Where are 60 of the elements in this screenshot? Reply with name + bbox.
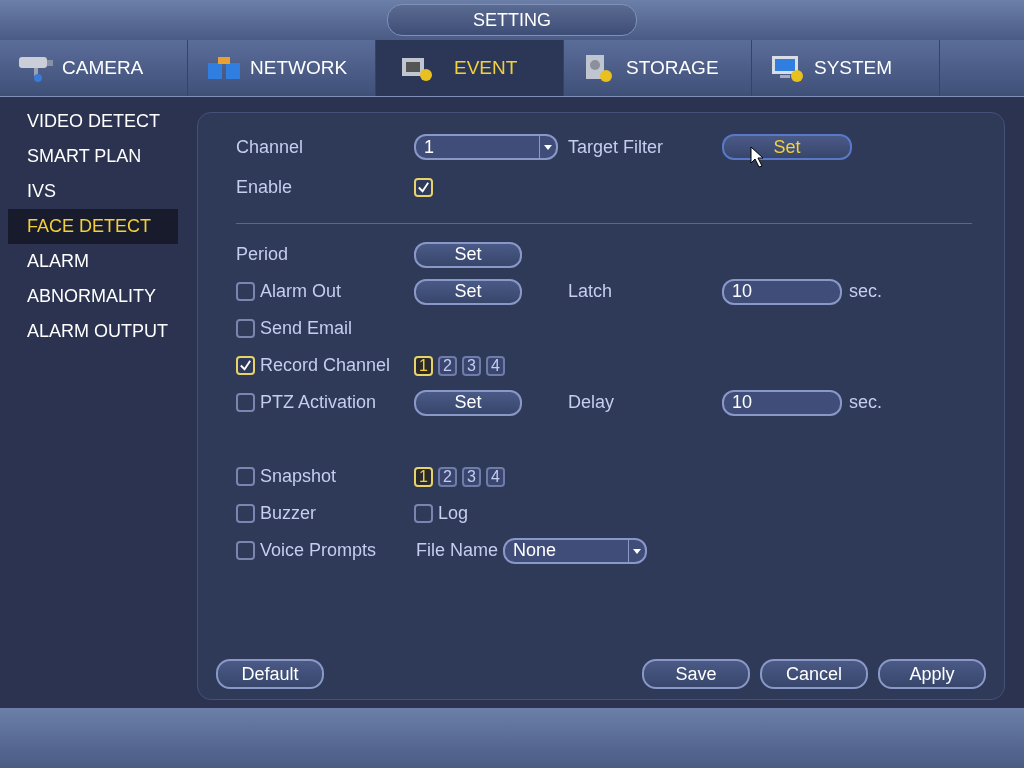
field-label: File Name [416, 540, 499, 561]
file-name-dropdown[interactable]: None [503, 537, 648, 564]
checkbox[interactable] [236, 319, 255, 338]
channel-toggle[interactable]: 3 [462, 466, 481, 487]
seconds-input[interactable]: 10 [722, 278, 842, 305]
field-label: Enable [236, 176, 294, 198]
channel-toggle[interactable]: 4 [486, 355, 505, 376]
set-button[interactable]: Set [414, 389, 522, 416]
tab[interactable]: STORAGE [564, 40, 752, 96]
set-button[interactable]: Set [722, 134, 852, 160]
set-button[interactable]: Set [414, 278, 522, 305]
channel-dropdown[interactable]: 1 [414, 134, 558, 160]
checkbox[interactable] [236, 282, 255, 301]
checkbox[interactable] [236, 467, 255, 486]
checkmark-icon [238, 358, 253, 373]
sidebar-item[interactable]: FACE DETECT [8, 209, 178, 244]
window-title: SETTING [387, 4, 637, 36]
sidebar-item[interactable]: VIDEO DETECT [8, 104, 178, 139]
checkbox[interactable] [236, 541, 255, 560]
checkbox[interactable] [414, 504, 433, 523]
unit-label: sec. [849, 281, 882, 302]
option-label: PTZ Activation [260, 392, 377, 413]
action-button[interactable]: Apply [878, 659, 986, 689]
channel-toggle[interactable]: 3 [462, 355, 481, 376]
sidebar-item[interactable]: SMART PLAN [8, 139, 178, 174]
channel-toggle[interactable]: 1 [414, 355, 433, 376]
checkmark-icon [416, 179, 431, 195]
field-label: Latch [568, 281, 613, 302]
field-label: Delay [568, 392, 615, 413]
seconds-input[interactable]: 10 [722, 389, 842, 416]
option-label: Period [236, 244, 289, 265]
tab[interactable]: CAMERA [0, 40, 188, 96]
checkbox[interactable] [236, 393, 255, 412]
sidebar-item[interactable]: IVS [8, 174, 178, 209]
tab[interactable]: SYSTEM [752, 40, 940, 96]
option-label: Alarm Out [260, 281, 342, 302]
channel-toggle[interactable]: 4 [486, 466, 505, 487]
default-button[interactable]: Default [216, 659, 324, 689]
tab[interactable]: EVENT [376, 40, 564, 96]
unit-label: sec. [849, 392, 882, 413]
sidebar-item[interactable]: ALARM OUTPUT [8, 314, 178, 349]
channel-toggle[interactable]: 1 [414, 466, 433, 487]
option-label: Snapshot [260, 466, 337, 487]
option-label: Send Email [260, 318, 353, 339]
action-button[interactable]: Save [642, 659, 750, 689]
option-label: Voice Prompts [260, 540, 377, 561]
channel-toggle[interactable]: 2 [438, 355, 457, 376]
field-label: Target Filter [568, 136, 665, 158]
sidebar-item[interactable]: ALARM [8, 244, 178, 279]
sidebar-item[interactable]: ABNORMALITY [8, 279, 178, 314]
option-label: Buzzer [260, 503, 317, 524]
mouse-pointer-icon [750, 146, 764, 168]
action-button[interactable]: Cancel [760, 659, 868, 689]
channel-toggle[interactable]: 2 [438, 466, 457, 487]
option-label: Record Channel [260, 355, 391, 376]
field-label: Channel [236, 136, 305, 158]
set-button[interactable]: Set [414, 241, 522, 268]
tab[interactable]: NETWORK [188, 40, 376, 96]
option-label: Log [438, 503, 469, 524]
checkbox[interactable] [236, 504, 255, 523]
